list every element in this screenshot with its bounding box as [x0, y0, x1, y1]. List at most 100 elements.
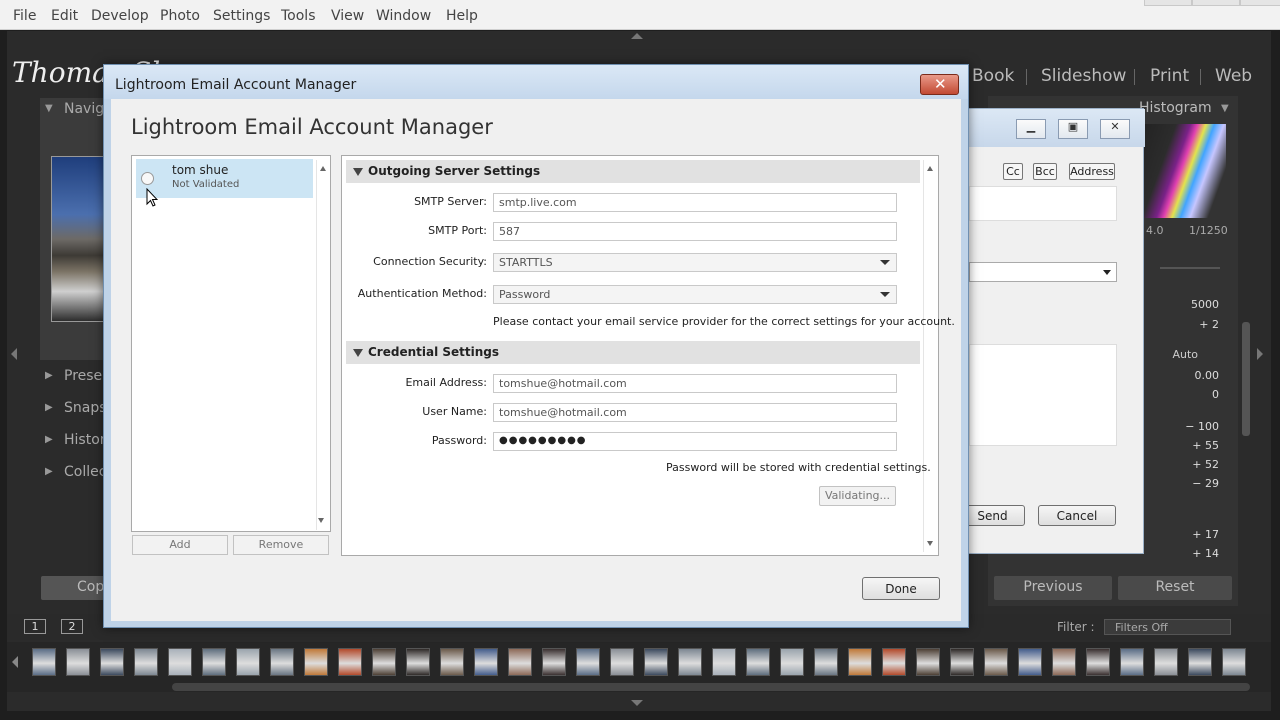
menu-file[interactable]: File: [13, 8, 36, 24]
filmstrip-thumbnail[interactable]: [100, 648, 124, 676]
filmstrip-thumbnail[interactable]: [610, 648, 634, 676]
filmstrip-scroll-left-icon[interactable]: [12, 656, 18, 668]
expand-triangle-icon[interactable]: ▶: [45, 370, 53, 381]
add-account-button[interactable]: Add: [132, 535, 228, 555]
filmstrip-thumbnail[interactable]: [882, 648, 906, 676]
filmstrip-thumbnail[interactable]: [848, 648, 872, 676]
filmstrip-thumbnail[interactable]: [406, 648, 430, 676]
address-button[interactable]: Address: [1069, 163, 1115, 180]
scroll-down-icon[interactable]: [318, 518, 324, 523]
menu-settings[interactable]: Settings: [213, 8, 270, 24]
filmstrip-thumbnail[interactable]: [134, 648, 158, 676]
email-address-input[interactable]: tomshue@hotmail.com: [493, 374, 897, 393]
password-input[interactable]: ●●●●●●●●●: [493, 432, 897, 451]
window-minimize-button[interactable]: [1144, 0, 1192, 6]
filmstrip-thumbnail[interactable]: [746, 648, 770, 676]
dialog-close-button[interactable]: ✕: [920, 74, 959, 95]
filmstrip-scrollbar[interactable]: [172, 683, 1250, 691]
top-panel-toggle-icon[interactable]: [631, 33, 643, 39]
filmstrip-thumbnail[interactable]: [678, 648, 702, 676]
page-2-button[interactable]: 2: [61, 619, 83, 634]
cc-button[interactable]: Cc: [1003, 163, 1023, 180]
panel-collections[interactable]: Collec: [64, 464, 106, 480]
module-book[interactable]: Book: [972, 66, 1014, 86]
filmstrip-thumbnail[interactable]: [950, 648, 974, 676]
expand-triangle-icon[interactable]: ▶: [45, 402, 53, 413]
window-close-button[interactable]: [1240, 0, 1280, 6]
reset-button[interactable]: Reset: [1118, 576, 1232, 600]
copy-button[interactable]: Cop: [41, 576, 111, 600]
filmstrip-thumbnail[interactable]: [576, 648, 600, 676]
filmstrip-thumbnail[interactable]: [270, 648, 294, 676]
bottom-panel-toggle-icon[interactable]: [631, 700, 643, 706]
auto-button[interactable]: Auto: [1158, 348, 1198, 361]
page-1-button[interactable]: 1: [24, 619, 46, 634]
expand-triangle-icon[interactable]: ▶: [45, 434, 53, 445]
right-panel-toggle-icon[interactable]: [1257, 348, 1263, 360]
menu-develop[interactable]: Develop: [91, 8, 149, 24]
panel-snapshots[interactable]: Snaps: [64, 400, 107, 416]
account-radio[interactable]: [141, 172, 154, 185]
account-list[interactable]: [131, 155, 331, 532]
panel-history[interactable]: Histor: [64, 432, 106, 448]
scroll-up-icon[interactable]: [927, 166, 933, 171]
done-button[interactable]: Done: [862, 577, 940, 600]
credential-section-header[interactable]: Credential Settings: [346, 341, 920, 364]
menu-tools[interactable]: Tools: [281, 8, 316, 24]
filmstrip-thumbnail[interactable]: [236, 648, 260, 676]
module-print[interactable]: Print: [1150, 66, 1189, 86]
filmstrip-thumbnail[interactable]: [1222, 648, 1246, 676]
smtp-server-input[interactable]: smtp.live.com: [493, 193, 897, 212]
filmstrip-thumbnail[interactable]: [440, 648, 464, 676]
account-list-scrollbar[interactable]: [316, 160, 330, 530]
filmstrip-thumbnail[interactable]: [1086, 648, 1110, 676]
compose-minimize-button[interactable]: ▁: [1016, 119, 1046, 139]
filmstrip-thumbnail[interactable]: [338, 648, 362, 676]
filmstrip-thumbnail[interactable]: [168, 648, 192, 676]
user-name-input[interactable]: tomshue@hotmail.com: [493, 403, 897, 422]
bcc-button[interactable]: Bcc: [1033, 163, 1057, 180]
cancel-button[interactable]: Cancel: [1038, 505, 1116, 526]
filmstrip-thumbnail[interactable]: [508, 648, 532, 676]
filmstrip-thumbnail[interactable]: [66, 648, 90, 676]
menu-help[interactable]: Help: [446, 8, 478, 24]
filmstrip-thumbnail[interactable]: [474, 648, 498, 676]
panel-navigator[interactable]: Navig: [64, 101, 104, 117]
module-slideshow[interactable]: Slideshow: [1041, 66, 1126, 86]
smtp-port-input[interactable]: 587: [493, 222, 897, 241]
filmstrip-thumbnail[interactable]: [1120, 648, 1144, 676]
menu-edit[interactable]: Edit: [51, 8, 78, 24]
filmstrip-thumbnail[interactable]: [304, 648, 328, 676]
window-maximize-button[interactable]: [1192, 0, 1240, 6]
filmstrip-thumbnail[interactable]: [1018, 648, 1042, 676]
authentication-method-select[interactable]: Password: [493, 285, 897, 304]
compose-message-field[interactable]: [969, 344, 1117, 446]
module-web[interactable]: Web: [1215, 66, 1252, 86]
outgoing-server-section-header[interactable]: Outgoing Server Settings: [346, 160, 920, 183]
filmstrip-thumbnail[interactable]: [202, 648, 226, 676]
filmstrip-thumbnail[interactable]: [780, 648, 804, 676]
compose-subject-field[interactable]: [969, 186, 1117, 221]
validate-button[interactable]: Validating...: [819, 486, 896, 506]
previous-button[interactable]: Previous: [994, 576, 1112, 600]
scroll-up-icon[interactable]: [320, 166, 326, 171]
filmstrip-thumbnail[interactable]: [1154, 648, 1178, 676]
filmstrip-thumbnail[interactable]: [542, 648, 566, 676]
filmstrip-thumbnail[interactable]: [372, 648, 396, 676]
panel-presets[interactable]: Prese: [64, 368, 102, 384]
collapse-triangle-icon[interactable]: ▼: [45, 103, 53, 114]
compose-maximize-button[interactable]: ▣: [1058, 119, 1088, 139]
filter-select[interactable]: Filters Off: [1104, 619, 1231, 635]
filmstrip-thumbnail[interactable]: [814, 648, 838, 676]
filmstrip-thumbnail[interactable]: [1052, 648, 1076, 676]
collapse-triangle-icon[interactable]: [353, 168, 363, 176]
filmstrip-thumbnail[interactable]: [984, 648, 1008, 676]
menu-photo[interactable]: Photo: [160, 8, 200, 24]
filmstrip-thumbnail[interactable]: [1188, 648, 1212, 676]
collapse-triangle-icon[interactable]: [353, 349, 363, 357]
filmstrip-thumbnail[interactable]: [916, 648, 940, 676]
compose-close-button[interactable]: ✕: [1100, 119, 1130, 139]
right-panel-scrollbar[interactable]: [1242, 322, 1250, 436]
remove-account-button[interactable]: Remove: [233, 535, 329, 555]
filmstrip-thumbnail[interactable]: [712, 648, 736, 676]
